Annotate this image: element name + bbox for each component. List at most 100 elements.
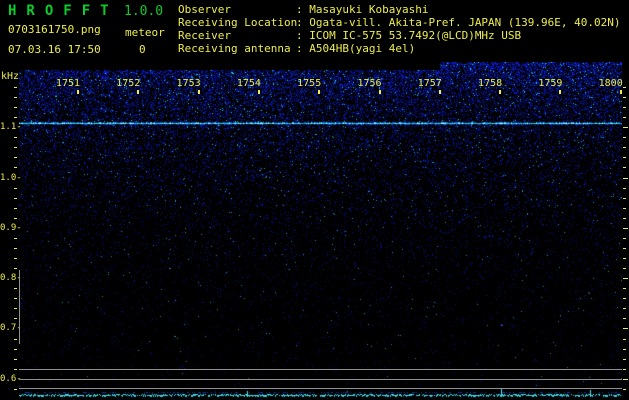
freq-tick-minor	[14, 288, 17, 289]
freq-tick-minor	[623, 147, 626, 148]
freq-tick-minor	[14, 137, 17, 138]
hrofft-screen: HROFFT 1.0.0 0703161750.png meteor 07.03…	[0, 0, 629, 400]
freq-tick-minor	[14, 97, 17, 98]
observation-mode-label: meteor	[125, 26, 165, 39]
freq-tick-minor	[623, 218, 626, 219]
freq-tick-minor	[623, 339, 626, 340]
freq-tick-minor	[623, 107, 626, 108]
freq-tick-minor	[623, 248, 626, 249]
freq-tick-minor	[623, 238, 626, 239]
info-value: Ogata-vill. Akita-Pref. JAPAN (139.96E, …	[309, 16, 621, 29]
freq-tick-minor	[623, 87, 626, 88]
freq-tick-label: 0.6-	[0, 374, 22, 384]
time-tick	[379, 90, 381, 94]
freq-tick-minor	[14, 87, 17, 88]
freq-tick-minor	[14, 258, 17, 259]
info-colon: :	[296, 42, 310, 55]
time-tick	[439, 90, 441, 94]
freq-tick-minor	[623, 389, 626, 390]
freq-tick-minor	[14, 339, 17, 340]
freq-tick-major	[623, 127, 628, 128]
time-tick-label: 1800	[598, 78, 623, 89]
time-tick	[258, 90, 260, 94]
freq-tick-major	[623, 328, 628, 329]
datetime-label: 07.03.16 17:50	[8, 43, 101, 56]
freq-tick-minor	[623, 198, 626, 199]
info-colon: :	[296, 29, 310, 42]
freq-tick-major	[623, 228, 628, 229]
time-tick-label: 1758	[478, 78, 503, 89]
freq-tick-minor	[623, 349, 626, 350]
freq-tick-minor	[623, 288, 626, 289]
freq-tick-minor	[623, 97, 626, 98]
freq-tick-major	[623, 379, 628, 380]
freq-tick-minor	[623, 167, 626, 168]
freq-tick-minor	[623, 298, 626, 299]
freq-tick-minor	[623, 268, 626, 269]
filename-label: 0703161750.png	[8, 23, 101, 36]
freq-axis-unit: kHz	[1, 71, 20, 82]
freq-tick-minor	[14, 198, 17, 199]
level-gridline	[19, 379, 622, 380]
time-tick	[620, 90, 622, 94]
time-tick	[77, 90, 79, 94]
freq-tick-label: 1.1-	[0, 122, 22, 132]
freq-tick-minor	[14, 117, 17, 118]
info-label: Receiver	[178, 29, 231, 42]
freq-tick-major	[623, 178, 628, 179]
freq-tick-minor	[14, 298, 17, 299]
freq-tick-major	[623, 278, 628, 279]
info-label: Observer	[178, 3, 231, 16]
freq-tick-label: 0.7-	[0, 323, 22, 333]
info-label: Receiving antenna	[178, 42, 291, 55]
time-tick-label: 1753	[176, 78, 201, 89]
time-tick-label: 1756	[357, 78, 382, 89]
freq-tick-minor	[623, 208, 626, 209]
info-row: Receiver: ICOM IC-575 53.7492(@LCD)MHz U…	[178, 29, 621, 42]
level-axis-line	[19, 270, 20, 344]
time-tick	[137, 90, 139, 94]
freq-tick-minor	[623, 308, 626, 309]
app-version: 1.0.0	[124, 4, 164, 19]
time-tick-label: 1757	[417, 78, 442, 89]
time-tick-label: 1755	[297, 78, 322, 89]
info-row: Observer: Masayuki Kobayashi	[178, 3, 621, 16]
freq-tick-minor	[14, 218, 17, 219]
info-value: Masayuki Kobayashi	[309, 3, 429, 16]
freq-tick-minor	[14, 389, 17, 390]
level-gridline	[19, 388, 622, 389]
freq-tick-minor	[623, 137, 626, 138]
freq-tick-minor	[14, 157, 17, 158]
freq-tick-minor	[14, 308, 17, 309]
freq-tick-minor	[14, 107, 17, 108]
freq-tick-minor	[623, 258, 626, 259]
freq-tick-minor	[623, 318, 626, 319]
level-gridline	[19, 369, 622, 370]
station-info-block: Observer: Masayuki Kobayashi Receiving Lo…	[178, 3, 621, 55]
freq-tick-label: 1.0-	[0, 173, 22, 183]
freq-tick-minor	[14, 369, 17, 370]
freq-tick-minor	[623, 359, 626, 360]
time-tick	[499, 90, 501, 94]
info-colon: :	[296, 3, 310, 16]
freq-tick-minor	[623, 117, 626, 118]
freq-tick-minor	[14, 147, 17, 148]
freq-tick-minor	[14, 268, 17, 269]
time-tick	[559, 90, 561, 94]
freq-tick-minor	[623, 157, 626, 158]
info-colon: :	[296, 16, 310, 29]
meteor-count-value: 0	[139, 43, 146, 56]
freq-tick-minor	[14, 248, 17, 249]
freq-tick-minor	[14, 167, 17, 168]
info-row: Receiving Location: Ogata-vill. Akita-Pr…	[178, 16, 621, 29]
time-tick	[318, 90, 320, 94]
info-value: ICOM IC-575 53.7492(@LCD)MHz USB	[309, 29, 522, 42]
time-tick	[198, 90, 200, 94]
info-label: Receiving Location	[178, 16, 298, 29]
time-tick-label: 1754	[236, 78, 261, 89]
freq-tick-minor	[14, 359, 17, 360]
freq-tick-minor	[14, 318, 17, 319]
freq-tick-minor	[623, 369, 626, 370]
freq-tick-minor	[14, 208, 17, 209]
info-value: A504HB(yagi 4el)	[309, 42, 416, 55]
